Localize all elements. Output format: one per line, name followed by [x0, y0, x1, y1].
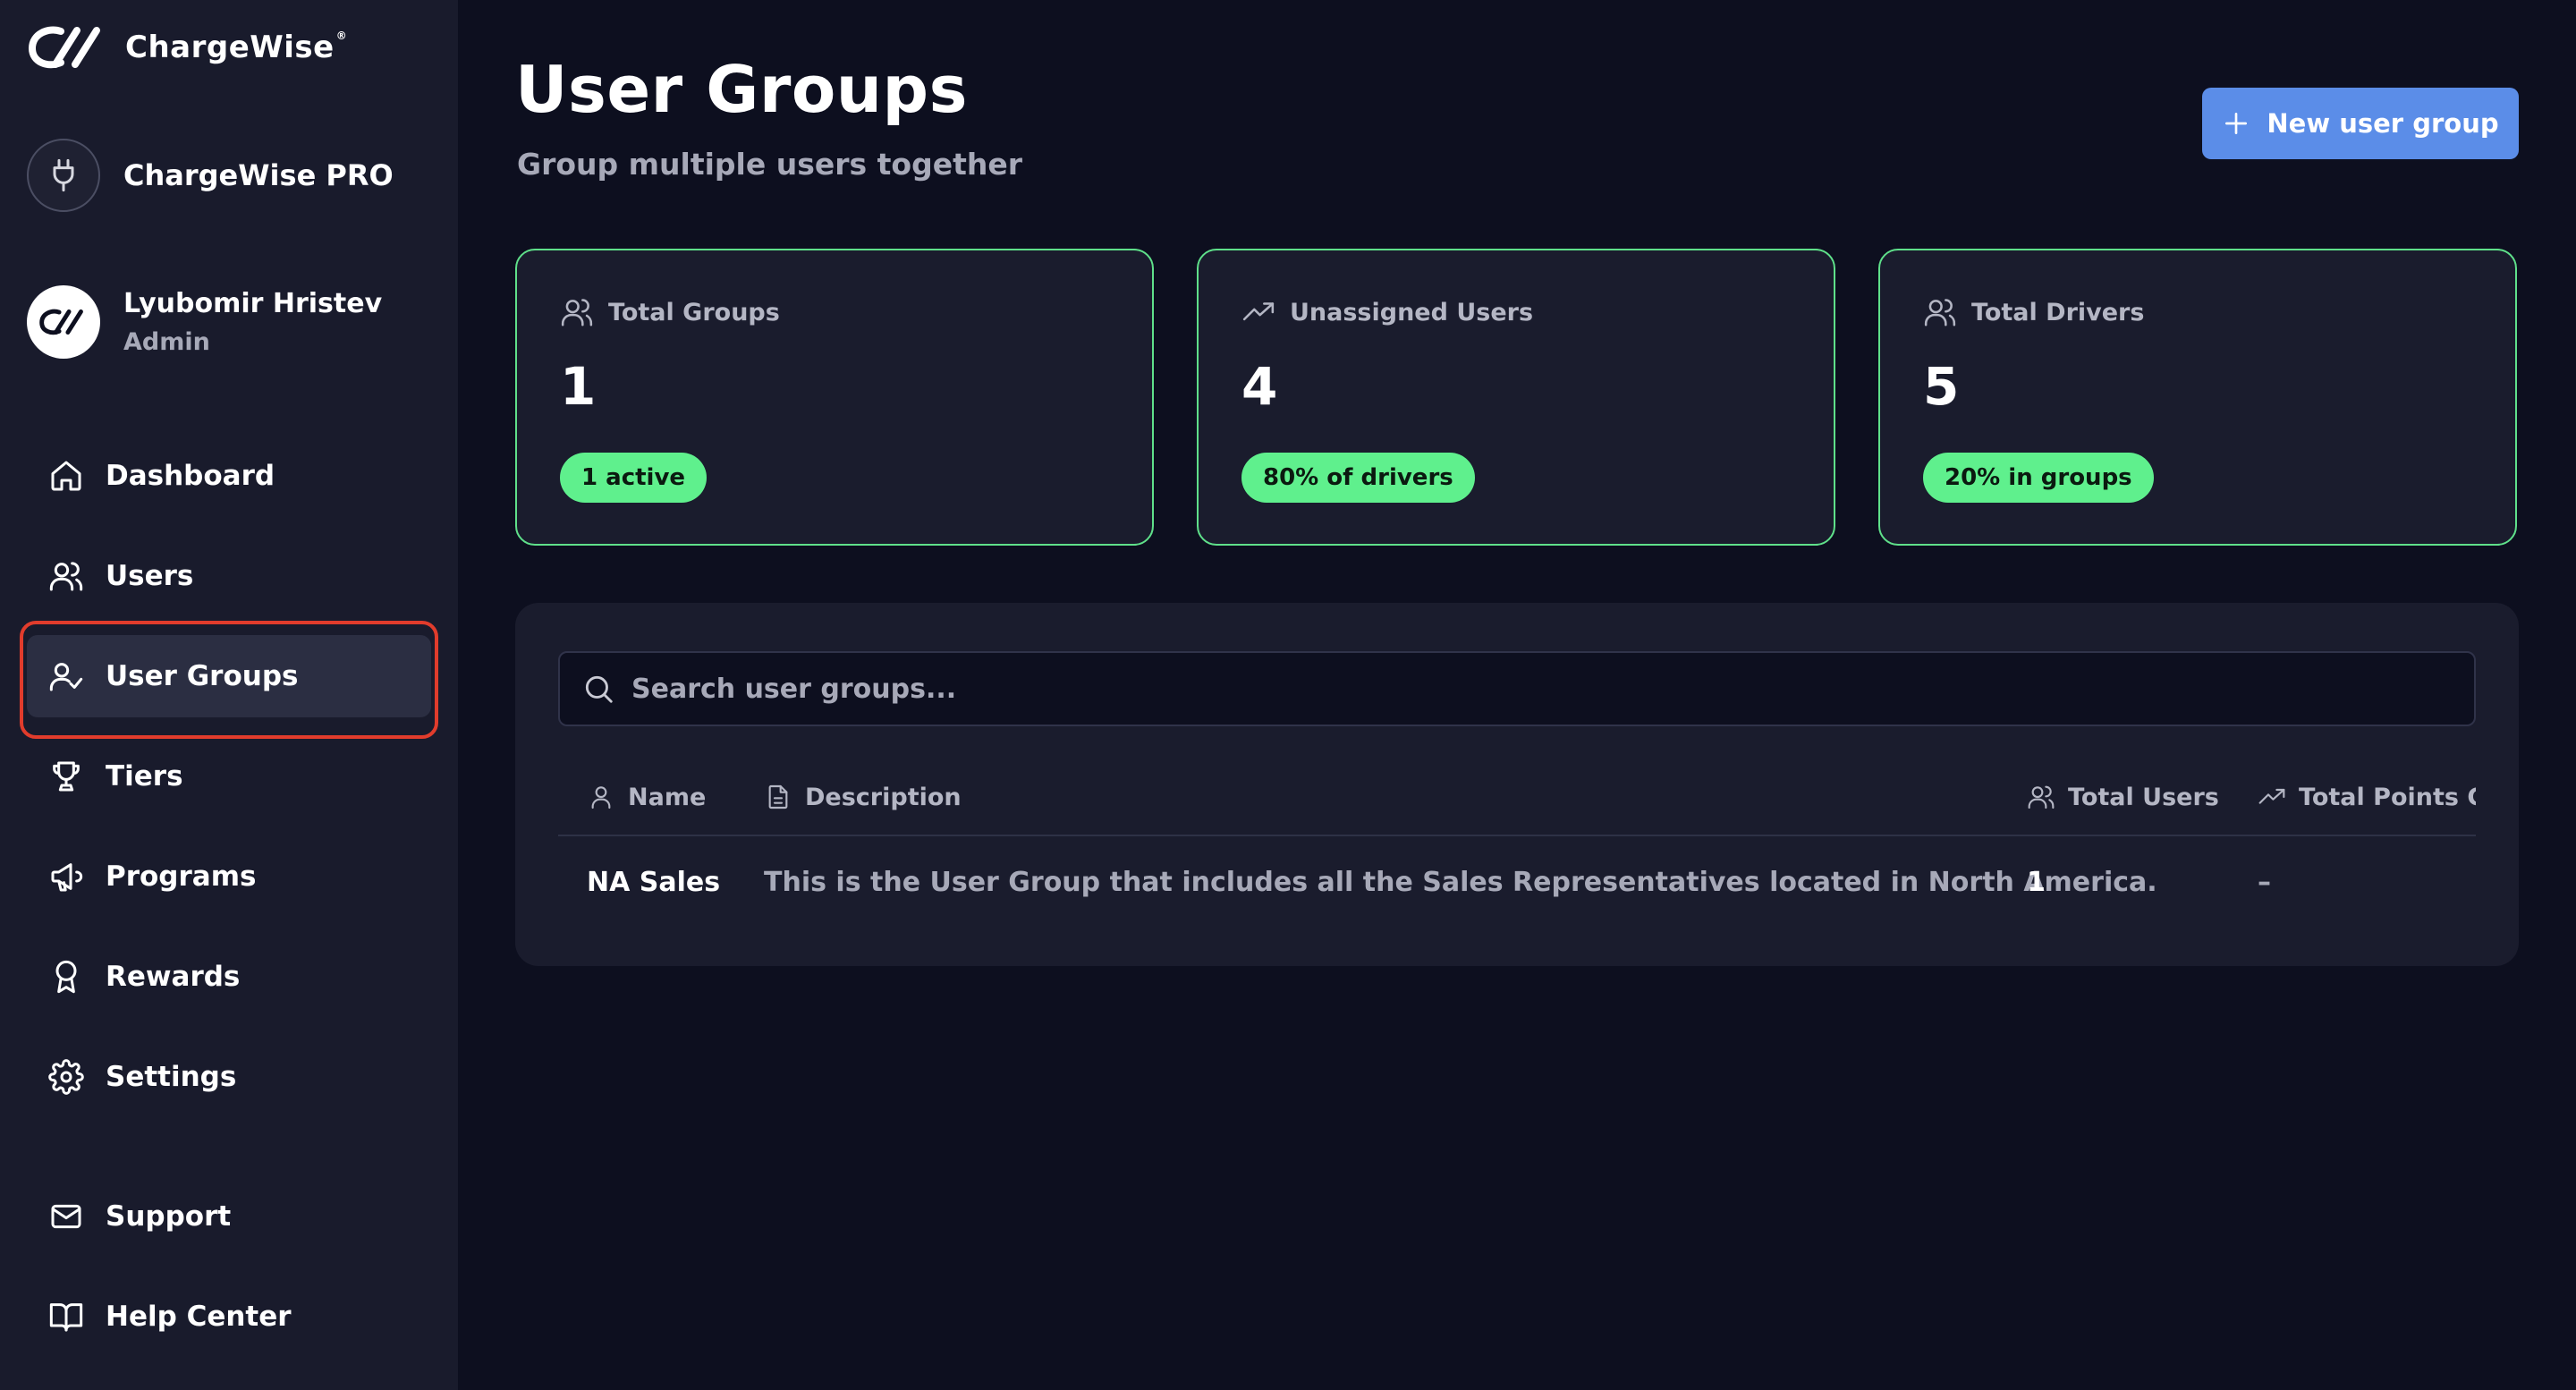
users-icon: [1924, 299, 1956, 326]
award-icon: [55, 960, 77, 994]
sidebar-item-label: Help Center: [106, 1301, 292, 1333]
search-icon: [585, 675, 613, 703]
sidebar-item-rewards[interactable]: Rewards: [27, 936, 431, 1018]
sidebar-item-label: Programs: [106, 860, 257, 893]
sidebar-item-label: Users: [106, 560, 194, 592]
stat-header: Total Drivers: [1923, 295, 2144, 329]
chargewise-logo-icon: [28, 26, 100, 69]
trophy-icon: [53, 761, 80, 792]
table-cell-name[interactable]: NA Sales: [587, 859, 720, 905]
stat-value: 5: [1923, 356, 1960, 417]
status-badge: 1 active: [560, 453, 708, 503]
table-cell-total-points: –: [2258, 866, 2271, 898]
sidebar-item-dashboard[interactable]: Dashboard: [27, 435, 431, 517]
user-profile[interactable]: Lyubomir Hristev Admin: [27, 284, 382, 360]
brand-name: ChargeWise ®: [125, 30, 348, 65]
new-user-group-label: New user group: [2267, 108, 2499, 139]
sidebar-item-support[interactable]: Support: [27, 1175, 431, 1258]
megaphone-icon: [51, 863, 83, 892]
column-header-label: Total Points Ga: [2299, 783, 2476, 811]
column-header-label: Total Users: [2068, 783, 2219, 811]
stat-label: Total Groups: [608, 298, 780, 326]
sidebar-item-label: Dashboard: [106, 460, 275, 492]
user-info: Lyubomir Hristev Admin: [123, 288, 382, 356]
user-check-icon: [49, 663, 83, 691]
sidebar-item-label: Support: [106, 1200, 232, 1233]
avatar: [27, 285, 100, 359]
organization-switcher[interactable]: ChargeWise PRO: [27, 138, 394, 213]
sidebar-item-help-center[interactable]: Help Center: [27, 1276, 431, 1358]
sidebar-item-label: User Groups: [106, 660, 299, 692]
column-header-total-users[interactable]: Total Users: [2027, 775, 2219, 819]
stat-label: Unassigned Users: [1290, 298, 1534, 326]
sidebar-item-label: Rewards: [106, 961, 241, 993]
search-input[interactable]: [631, 653, 2474, 725]
stat-card-total-drivers: Total Drivers 5 20% in groups: [1878, 249, 2517, 546]
table-header-divider: [558, 835, 2476, 836]
search-box[interactable]: [558, 651, 2476, 726]
mail-icon: [51, 1204, 81, 1229]
user-groups-panel: Name Description Total Users: [515, 603, 2519, 966]
page-subtitle: Group multiple users together: [517, 147, 1023, 182]
users-icon: [2028, 785, 2055, 809]
sidebar-item-settings[interactable]: Settings: [27, 1036, 431, 1118]
stat-value: 4: [1241, 356, 1278, 417]
home-icon: [51, 461, 81, 491]
user-icon: [591, 786, 611, 809]
gear-icon: [48, 1059, 84, 1095]
column-header-total-points[interactable]: Total Points Ga: [2258, 775, 2476, 819]
stat-label: Total Drivers: [1971, 298, 2145, 326]
organization-name: ChargeWise PRO: [123, 158, 394, 192]
status-badge: 20% in groups: [1923, 453, 2154, 503]
page-title: User Groups: [515, 52, 968, 127]
sidebar-item-label: Settings: [106, 1061, 237, 1093]
user-role: Admin: [123, 328, 210, 356]
book-icon: [49, 1303, 83, 1332]
org-avatar: [27, 139, 100, 212]
stat-header: Unassigned Users: [1241, 295, 1533, 329]
app: ChargeWise ® ChargeWise PRO Lyubomir Hri…: [0, 0, 2576, 1390]
column-header-name[interactable]: Name: [587, 775, 706, 819]
new-user-group-button[interactable]: New user group: [2202, 88, 2519, 159]
column-header-description[interactable]: Description: [764, 775, 962, 819]
user-name: Lyubomir Hristev: [123, 288, 383, 319]
users-icon: [49, 562, 83, 591]
stat-card-unassigned-users: Unassigned Users 4 80% of drivers: [1197, 249, 1835, 546]
status-badge: 80% of drivers: [1241, 453, 1475, 503]
sidebar-item-users[interactable]: Users: [27, 535, 431, 617]
sidebar: ChargeWise ® ChargeWise PRO Lyubomir Hri…: [0, 0, 458, 1390]
sidebar-item-label: Tiers: [106, 760, 183, 792]
users-icon: [561, 299, 593, 326]
column-header-label: Description: [805, 783, 962, 811]
plug-icon: [53, 158, 74, 192]
trending-up-icon: [2258, 788, 2285, 804]
document-icon: [768, 784, 788, 809]
stat-value: 1: [560, 356, 597, 417]
sidebar-item-tiers[interactable]: Tiers: [27, 735, 431, 818]
trending-up-icon: [1242, 302, 1275, 321]
stat-card-total-groups: Total Groups 1 1 active: [515, 249, 1154, 546]
sidebar-item-programs[interactable]: Programs: [27, 835, 431, 918]
table-cell-description: This is the User Group that includes all…: [764, 866, 2157, 898]
table-cell-total-users: 1: [2027, 866, 2046, 898]
column-header-label: Name: [628, 783, 707, 811]
brand-logo[interactable]: ChargeWise ®: [27, 23, 347, 72]
plus-icon: [2225, 113, 2248, 134]
sidebar-item-user-groups[interactable]: User Groups: [27, 635, 431, 717]
stat-header: Total Groups: [560, 295, 780, 329]
chargewise-avatar-icon: [39, 309, 83, 335]
